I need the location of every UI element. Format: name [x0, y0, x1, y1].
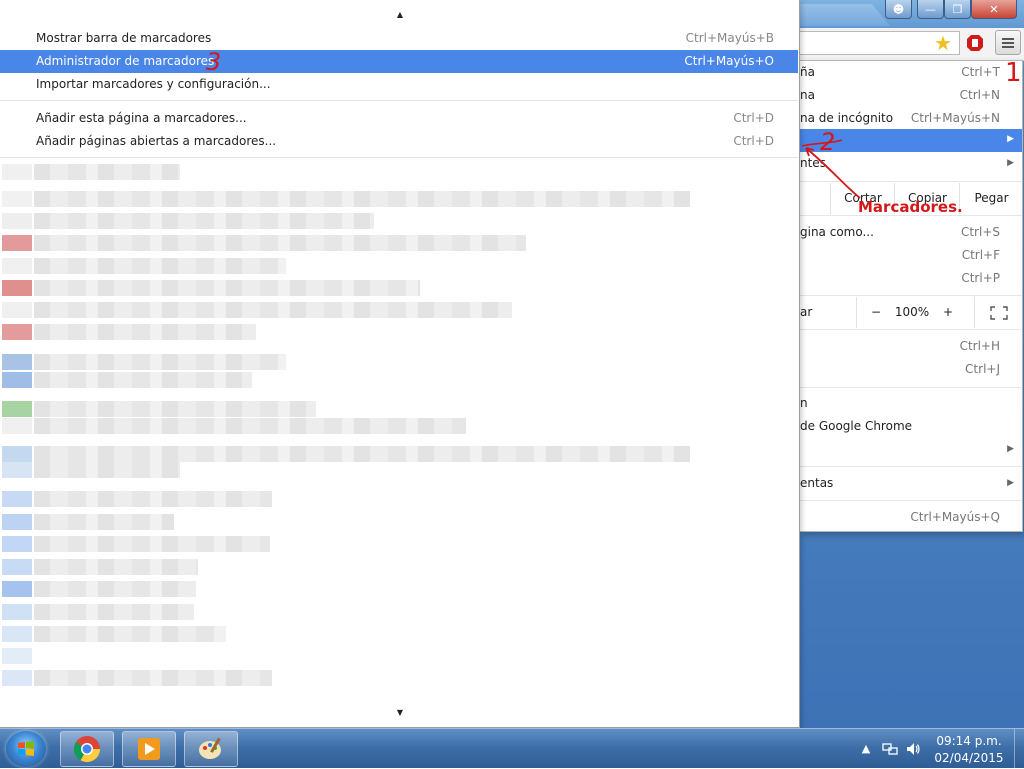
taskbar: ▲ 09:14 p.m. 02/04/2015	[0, 728, 1024, 769]
menu-item-settings[interactable]: de Google Chrome	[800, 415, 1022, 438]
submenu-arrow-icon: ▶	[1007, 158, 1014, 168]
favicon-icon	[2, 604, 32, 620]
favicon-icon	[2, 536, 32, 552]
menu-item-new-tab[interactable]: ña Ctrl+T	[800, 61, 1022, 84]
bookmark-this-page-item[interactable]: Añadir esta página a marcadores... Ctrl+…	[0, 107, 798, 130]
taskbar-chrome-button[interactable]	[60, 731, 114, 767]
show-hidden-icons-icon[interactable]: ▲	[858, 741, 874, 757]
favicon-icon	[2, 491, 32, 507]
paste-button[interactable]: Pegar	[959, 183, 1023, 214]
menu-item-find[interactable]: Ctrl+F	[800, 244, 1022, 267]
bookmark-star-icon[interactable]: ★	[932, 32, 954, 54]
bookmarks-list-blurred	[0, 158, 798, 703]
taskbar-paint-button[interactable]	[184, 731, 238, 767]
start-button[interactable]	[6, 731, 46, 767]
favicon-icon	[2, 235, 32, 251]
zoom-label: ar	[800, 305, 813, 319]
favicon-icon	[2, 418, 32, 434]
import-bookmarks-item[interactable]: Importar marcadores y configuración...	[0, 73, 798, 96]
paint-icon	[199, 737, 221, 759]
scroll-down-arrow-icon[interactable]: ▼	[396, 709, 404, 717]
close-button[interactable]: ✕	[971, 0, 1017, 19]
favicon-icon	[2, 302, 32, 318]
menu-item-exit[interactable]: Ctrl+Mayús+Q	[800, 506, 1022, 529]
favicon-icon	[2, 164, 32, 180]
menu-divider	[800, 500, 1022, 501]
minimize-button[interactable]: —	[917, 0, 944, 19]
bookmarks-submenu: ▲ Mostrar barra de marcadores Ctrl+Mayús…	[0, 0, 800, 728]
favicon-icon	[2, 354, 32, 370]
menu-item-print[interactable]: Ctrl+P	[800, 267, 1022, 290]
favicon-icon	[2, 446, 32, 462]
show-desktop-button[interactable]	[1014, 729, 1024, 769]
favicon-icon	[2, 648, 32, 664]
menu-item-downloads[interactable]: Ctrl+J	[800, 358, 1022, 381]
restore-icon: ❐	[952, 2, 963, 16]
clock-time[interactable]: 09:14 p.m.	[930, 734, 1008, 748]
bookmark-manager-item[interactable]: Administrador de marcadores Ctrl+Mayús+O	[0, 50, 798, 73]
favicon-icon	[2, 280, 32, 296]
favicon-icon	[2, 258, 32, 274]
favicon-icon	[2, 372, 32, 388]
menu-item-new-window[interactable]: na Ctrl+N	[800, 84, 1022, 107]
close-icon: ✕	[989, 2, 999, 16]
menu-divider	[800, 466, 1022, 467]
user-icon: ☻	[892, 2, 905, 16]
zoom-in-button[interactable]: +	[930, 297, 966, 328]
menu-item-more-tools[interactable]: entas ▶	[800, 472, 1022, 495]
favicon-icon	[2, 324, 32, 340]
windows-logo-icon	[18, 741, 34, 756]
menu-item-save-page[interactable]: gina como... Ctrl+S	[800, 221, 1022, 244]
maximize-button[interactable]: ❐	[944, 0, 971, 19]
bookmark-open-pages-item[interactable]: Añadir páginas abiertas a marcadores... …	[0, 130, 798, 153]
zoom-out-button[interactable]: −	[856, 297, 895, 328]
zoom-value: 100%	[894, 305, 930, 319]
adblock-icon[interactable]	[963, 32, 987, 54]
media-player-icon	[138, 738, 160, 760]
fullscreen-button[interactable]	[974, 297, 1023, 328]
zoom-row: ar − 100% +	[800, 297, 1022, 328]
menu-item-signin[interactable]: n	[800, 392, 1022, 415]
favicon-icon	[2, 462, 32, 478]
clock-date[interactable]: 02/04/2015	[930, 751, 1008, 765]
annotation-arrow-icon	[801, 139, 861, 199]
favicon-icon	[2, 559, 32, 575]
menu-item-help[interactable]: ▶	[800, 438, 1022, 461]
favicon-icon	[2, 401, 32, 417]
favicon-icon	[2, 670, 32, 686]
taskbar-media-button[interactable]	[122, 731, 176, 767]
menu-item-history[interactable]: Ctrl+H	[800, 335, 1022, 358]
submenu-arrow-icon: ▶	[1007, 478, 1014, 488]
favicon-icon	[2, 581, 32, 597]
menu-divider	[800, 387, 1022, 388]
menu-item-incognito[interactable]: na de incógnito Ctrl+Mayús+N	[800, 107, 1022, 130]
favicon-icon	[2, 514, 32, 530]
fullscreen-icon	[990, 305, 1008, 320]
chrome-icon	[73, 736, 101, 763]
menu-divider	[800, 329, 1022, 330]
submenu-arrow-icon: ▶	[1007, 134, 1014, 144]
minimize-icon: —	[925, 2, 936, 16]
submenu-arrow-icon: ▶	[1007, 444, 1014, 454]
volume-icon[interactable]	[905, 741, 921, 757]
network-icon[interactable]	[882, 741, 898, 757]
show-bookmarks-bar-item[interactable]: Mostrar barra de marcadores Ctrl+Mayús+B	[0, 27, 798, 50]
favicon-icon	[2, 213, 32, 229]
annotation-step-1: 1	[1005, 58, 1022, 88]
menu-divider	[800, 295, 1022, 296]
chrome-menu-button[interactable]	[995, 30, 1021, 55]
menu-divider	[0, 100, 798, 101]
annotation-step-3: 3	[206, 48, 222, 76]
hamburger-icon	[1002, 37, 1014, 40]
user-profile-button[interactable]: ☻	[885, 0, 912, 19]
favicon-icon	[2, 626, 32, 642]
scroll-up-arrow-icon[interactable]: ▲	[396, 11, 404, 19]
favicon-icon	[2, 191, 32, 207]
